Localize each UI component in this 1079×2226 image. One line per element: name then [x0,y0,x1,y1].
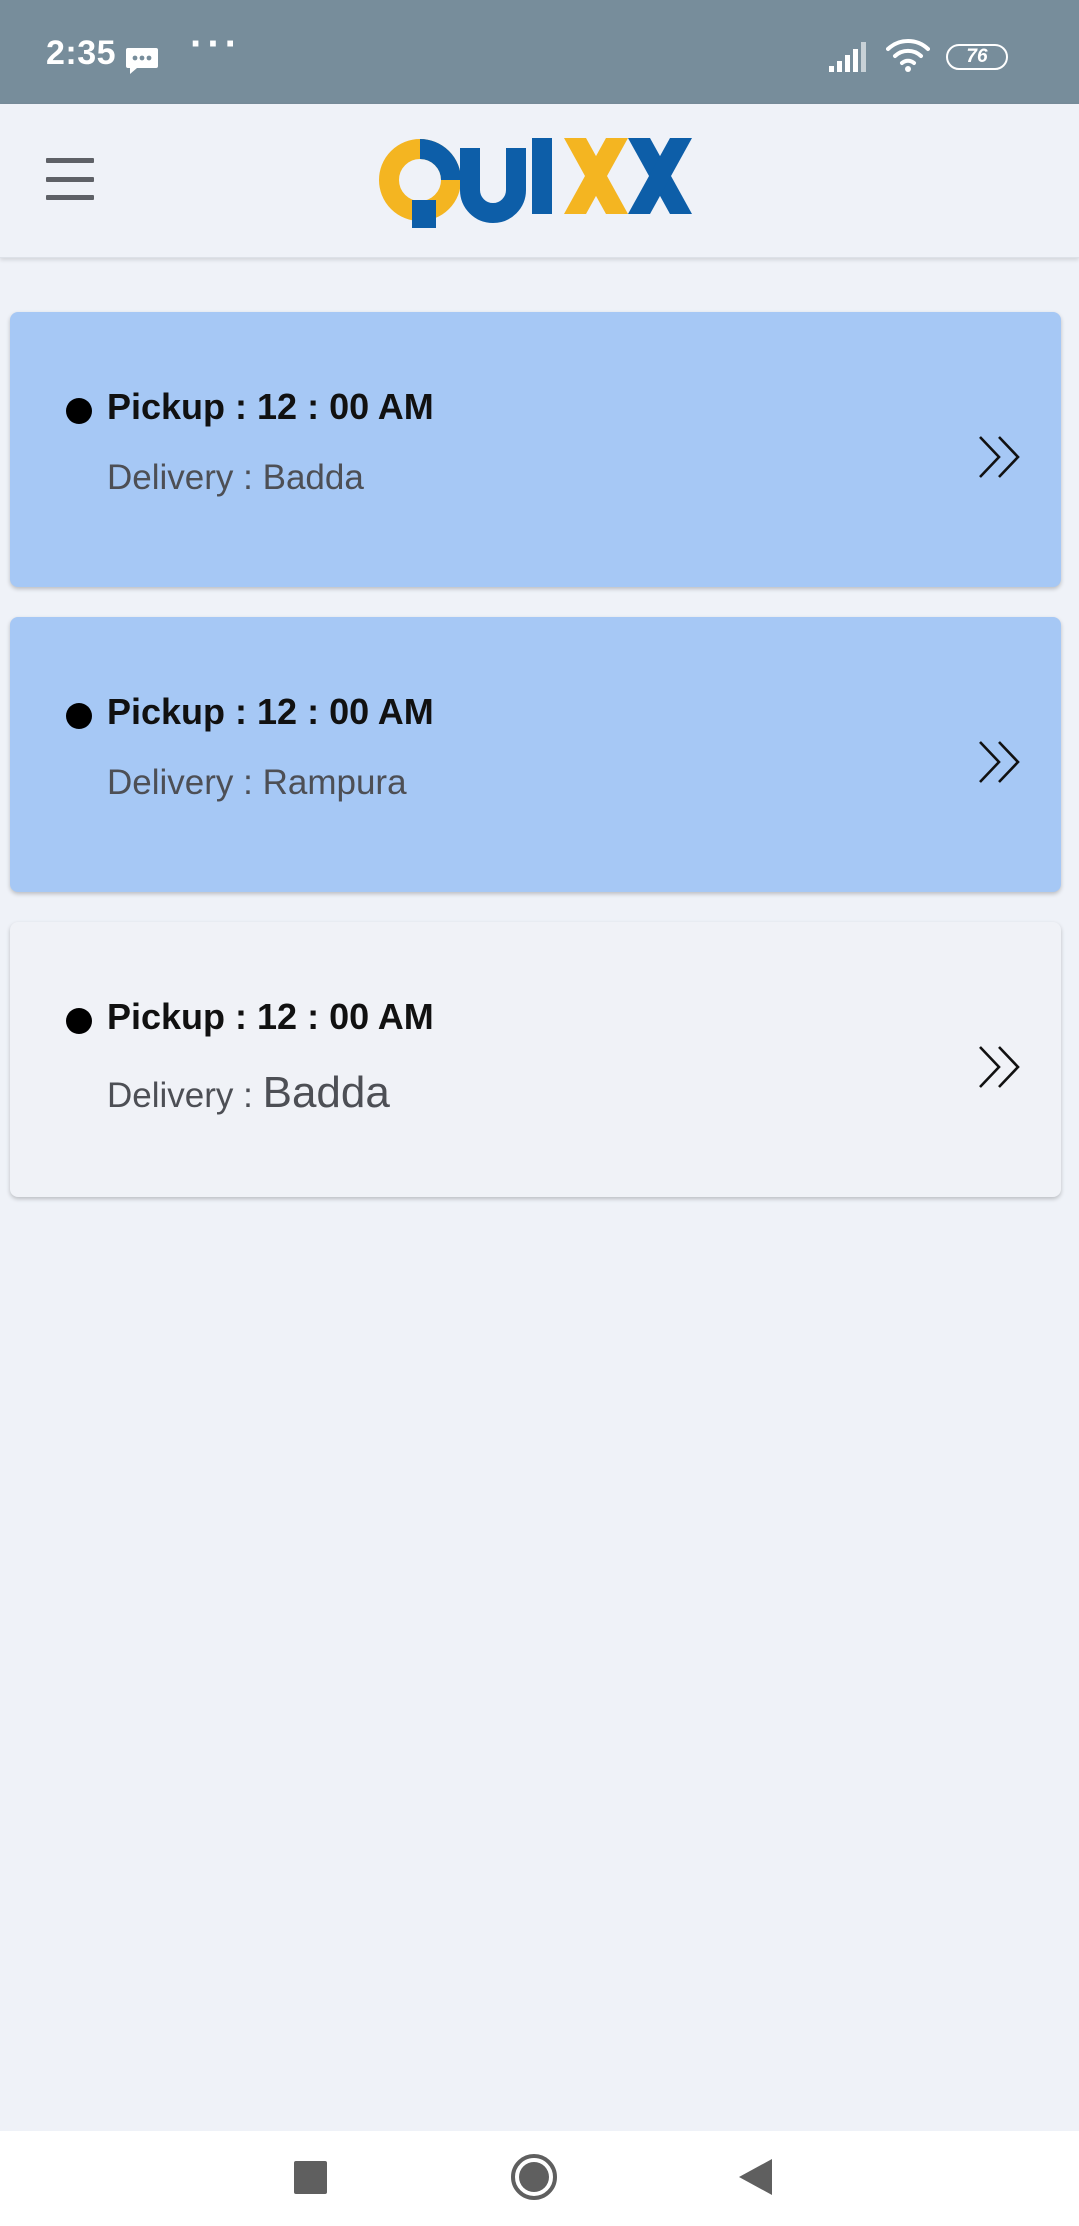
delivery-info: Delivery : Badda [107,458,364,498]
bullet-icon [66,1008,92,1034]
double-chevron-right-icon[interactable] [977,1044,1023,1090]
delivery-area: Badda [262,1068,390,1117]
order-list: Pickup : 12 : 00 AM Delivery : Badda Pic… [10,312,1061,1227]
order-card[interactable]: Pickup : 12 : 00 AM Delivery : Badda [10,922,1061,1197]
system-navigation-bar [0,2131,1079,2226]
signal-icon [828,40,872,79]
app-header [0,104,1079,258]
hamburger-menu-icon[interactable] [40,154,100,204]
quixx-logo [378,138,698,232]
delivery-area: Badda [262,458,364,497]
battery-icon: 76 [946,44,1008,70]
order-card[interactable]: Pickup : 12 : 00 AM Delivery : Badda [10,312,1061,587]
delivery-label: Delivery : [107,1076,253,1115]
status-bar: 2:35 ··· 76 [0,0,1079,104]
pickup-time: Pickup : 12 : 00 AM [107,386,434,427]
double-chevron-right-icon[interactable] [977,739,1023,785]
delivery-label: Delivery : [107,763,253,802]
wifi-icon [886,38,930,77]
status-time: 2:35 [46,34,117,72]
order-card[interactable]: Pickup : 12 : 00 AM Delivery : Rampura [10,617,1061,892]
more-notifications-indicator: ··· [190,22,242,66]
delivery-label: Delivery : [107,458,253,497]
pickup-time: Pickup : 12 : 00 AM [107,691,434,732]
message-icon [125,46,159,81]
home-icon[interactable] [510,2153,558,2201]
delivery-area: Rampura [262,763,407,802]
delivery-info: Delivery : Rampura [107,763,407,803]
bullet-icon [66,398,92,424]
bullet-icon [66,703,92,729]
delivery-info: Delivery : Badda [107,1068,390,1118]
back-icon[interactable] [736,2157,774,2197]
recent-apps-icon[interactable] [294,2161,327,2194]
double-chevron-right-icon[interactable] [977,434,1023,480]
pickup-time: Pickup : 12 : 00 AM [107,996,434,1037]
